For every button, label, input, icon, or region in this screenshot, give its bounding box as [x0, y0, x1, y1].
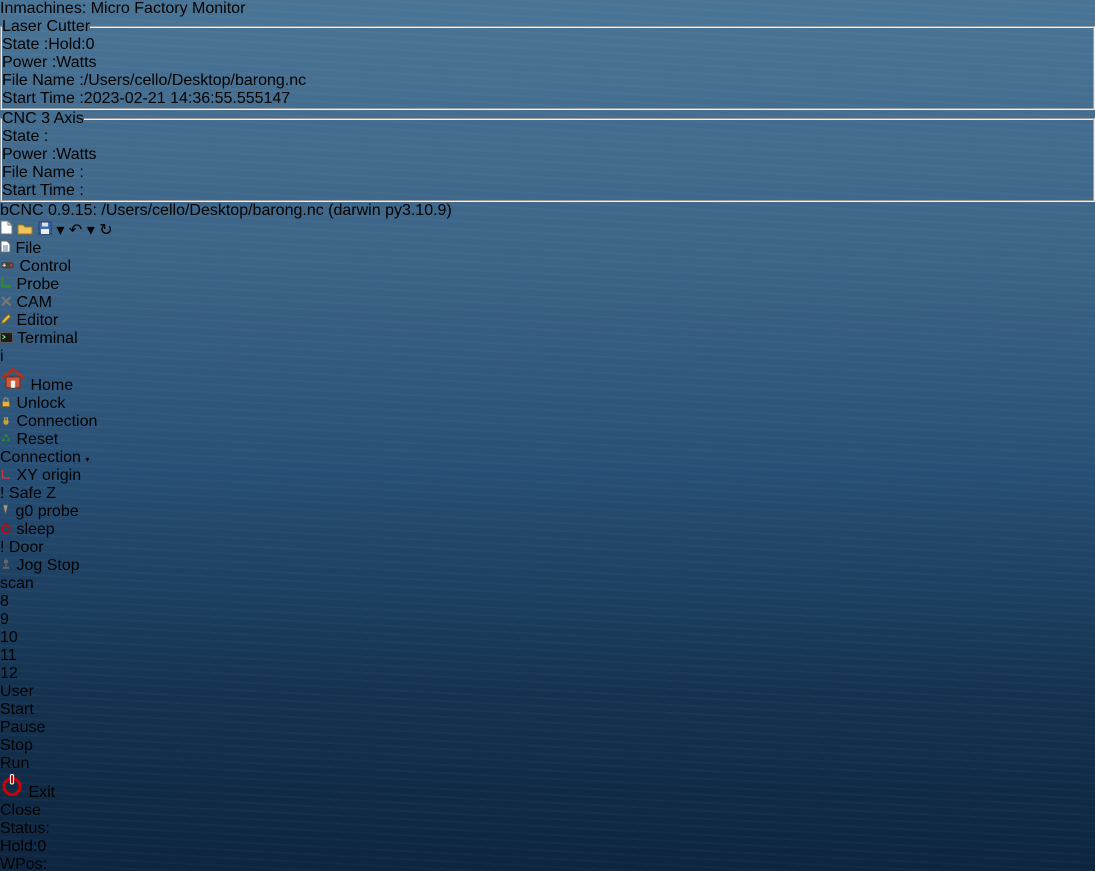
bcnc-window-title: bCNC 0.9.15: /Users/cello/Desktop/barong…	[0, 202, 452, 219]
save-file-icon[interactable]	[38, 222, 52, 239]
xy-origin-icon	[0, 467, 12, 484]
probe-tip-icon	[0, 503, 11, 520]
group-label-run: Run	[0, 755, 1095, 773]
power-label: Power :	[2, 146, 56, 163]
macro-9-button[interactable]: 9	[0, 611, 1095, 629]
open-file-icon[interactable]	[17, 222, 33, 239]
start-time-label: Start Time :	[2, 182, 84, 199]
probe-tab-icon	[0, 276, 12, 293]
g0-probe-button[interactable]: g0 probe	[0, 503, 1095, 521]
control-panel: Status: Hold:0 WPos: 9.248 4.012 0.0 MPo…	[0, 820, 1095, 871]
undo-icon[interactable]: ↶	[69, 222, 82, 239]
file-label: File Name :	[2, 164, 84, 181]
cam-tab-icon	[0, 294, 12, 311]
ribbon-group-user: XY origin ! Safe Z g0 probe	[0, 467, 1095, 701]
ribbon-group-close: Exit Close	[0, 773, 1095, 820]
group-dropdown-icon: ▾	[85, 455, 89, 464]
status-field: Hold:0	[0, 838, 1095, 856]
wpos-label: WPos:	[0, 856, 47, 871]
ribbon-group-run: Start Pause Stop Run	[0, 701, 1095, 773]
plug-icon	[0, 413, 12, 430]
sleep-button[interactable]: sleep	[0, 521, 1095, 539]
macro-11-button[interactable]: 11	[0, 647, 1095, 665]
file-tab-icon	[0, 240, 11, 257]
xy-origin-button[interactable]: XY origin	[0, 467, 1095, 485]
door-alarm-icon: !	[0, 539, 4, 556]
wallpaper-mountain	[895, 0, 1095, 438]
jog-stop-button[interactable]: Jog Stop	[0, 557, 1095, 575]
monitor-window-title: Inmachines: Micro Factory Monitor	[0, 0, 245, 17]
new-file-icon[interactable]	[0, 222, 13, 239]
redo-icon[interactable]: ↻	[99, 222, 112, 239]
cnc-3axis-title: CNC 3 Axis	[2, 110, 84, 128]
state-label: State :	[2, 128, 48, 145]
power-value: Watts	[56, 146, 96, 163]
door-button[interactable]: ! Door	[0, 539, 1095, 557]
group-label-close: Close	[0, 802, 1095, 820]
lock-icon	[0, 395, 12, 412]
recycle-icon	[0, 431, 12, 448]
group-label-connection[interactable]: Connection ▾	[0, 449, 1095, 467]
sleep-power-icon	[0, 521, 12, 538]
start-time-value: 2023-02-21 14:36:55.555147	[84, 90, 290, 107]
editor-tab-icon	[0, 312, 12, 329]
joystick-icon	[0, 557, 12, 574]
state-label: State :	[2, 36, 48, 53]
control-tab-icon	[0, 258, 15, 275]
macro-12-button[interactable]: 12	[0, 665, 1095, 683]
status-label: Status:	[0, 820, 50, 837]
warning-icon: !	[0, 485, 4, 502]
scan-macro-button[interactable]: scan	[0, 575, 1095, 593]
safe-z-button[interactable]: ! Safe Z	[0, 485, 1095, 503]
file-value: /Users/cello/Desktop/barong.nc	[84, 72, 306, 89]
save-dropdown-icon[interactable]: ▾	[56, 222, 64, 239]
power-label: Power :	[2, 54, 56, 71]
macro-8-button[interactable]: 8	[0, 593, 1095, 611]
undo-dropdown-icon[interactable]: ▾	[87, 222, 95, 239]
laser-cutter-title: Laser Cutter	[2, 18, 90, 36]
pause-button[interactable]: Pause	[0, 719, 1095, 737]
macro-10-button[interactable]: 10	[0, 629, 1095, 647]
file-label: File Name :	[2, 72, 84, 89]
power-value: Watts	[56, 54, 96, 71]
power-icon	[0, 784, 24, 801]
terminal-tab-icon	[0, 330, 13, 347]
start-button[interactable]: Start	[0, 701, 1095, 719]
start-time-label: Start Time :	[2, 90, 84, 107]
home-icon	[0, 377, 26, 394]
desktop-background: Inmachines: Micro Factory Monitor Laser …	[0, 0, 1095, 871]
state-value: Hold:0	[48, 36, 94, 53]
stop-button[interactable]: Stop	[0, 737, 1095, 755]
group-label-user: User	[0, 683, 1095, 701]
exit-button[interactable]: Exit	[0, 773, 1095, 802]
